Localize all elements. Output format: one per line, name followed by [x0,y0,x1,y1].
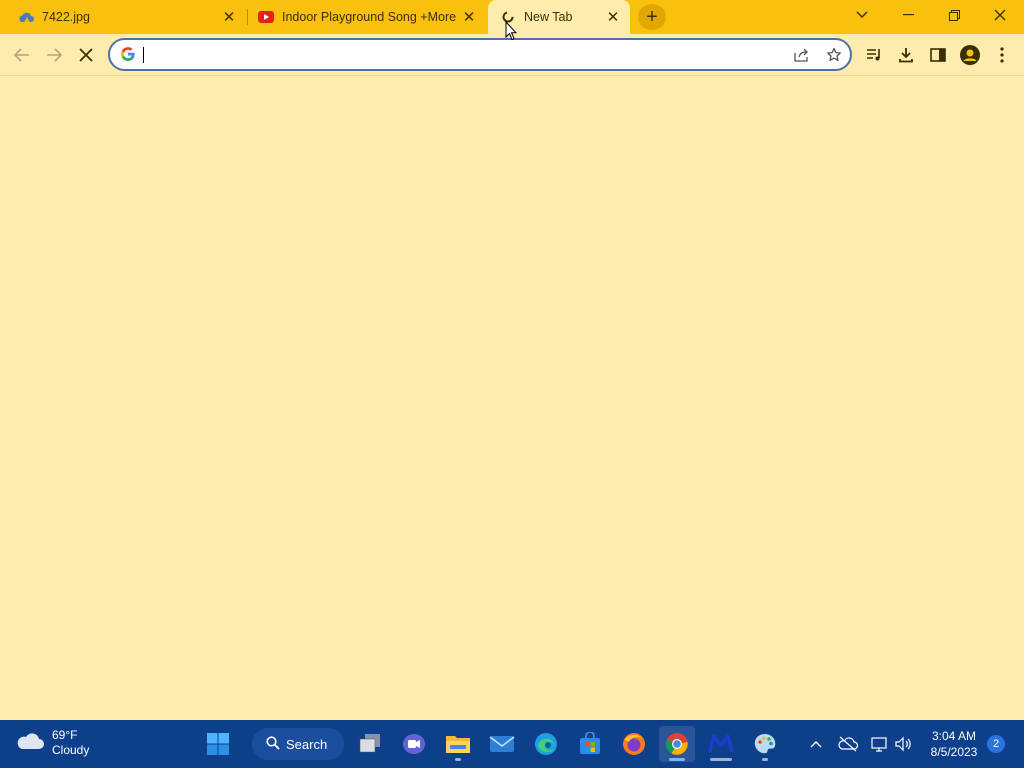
search-label: Search [286,736,328,752]
edge-browser-icon[interactable] [528,726,564,762]
side-panel-icon[interactable] [924,41,952,69]
restore-button[interactable] [932,0,976,30]
show-hidden-icons-chevron-up-icon[interactable] [806,734,826,754]
app-m-icon[interactable] [703,726,739,762]
windows-start-icon[interactable] [200,726,236,762]
teams-chat-icon[interactable] [396,726,432,762]
stop-loading-icon[interactable] [72,41,100,69]
tab-search-chevron-icon[interactable] [840,0,884,30]
weather-temperature: 69°F [52,728,78,742]
paint-palette-icon[interactable] [747,726,783,762]
forward-arrow-icon[interactable] [40,41,68,69]
close-tab-icon[interactable]: ✕ [604,8,622,26]
back-arrow-icon[interactable] [8,41,36,69]
tab-indoor-playground[interactable]: Indoor Playground Song +More ✕ [248,0,486,34]
file-explorer-icon[interactable] [440,726,476,762]
text-caret [143,47,144,63]
minimize-button[interactable] [886,0,930,30]
close-tab-icon[interactable]: ✕ [460,8,478,26]
running-indicator [455,758,461,761]
address-bar[interactable] [108,38,852,71]
microsoft-store-icon[interactable] [572,726,608,762]
running-indicator [710,758,732,761]
network-icon[interactable] [870,734,890,754]
close-tab-icon[interactable]: ✕ [220,8,238,26]
omnibox-input[interactable] [144,44,744,65]
cloud-icon [18,9,34,25]
system-clock[interactable]: 3:04 AM 8/5/2023 [922,728,986,760]
tab-title: Indoor Playground Song +More [282,10,457,24]
google-g-icon [120,46,136,62]
share-icon[interactable] [792,45,812,65]
download-icon[interactable] [892,41,920,69]
bookmark-star-icon[interactable] [824,45,844,65]
youtube-icon [258,9,274,25]
clock-time: 3:04 AM [931,729,977,743]
tab-7422-jpg[interactable]: 7422.jpg ✕ [0,0,246,34]
search-icon [266,735,280,753]
profile-avatar-icon[interactable] [956,41,984,69]
running-indicator [669,758,685,761]
weather-condition: Cloudy [52,743,90,757]
task-view-icon[interactable] [352,726,388,762]
new-tab-button[interactable]: + [638,4,666,30]
clock-date: 8/5/2023 [930,745,978,759]
taskbar-search-button[interactable]: Search [252,728,344,760]
onedrive-offline-icon[interactable] [838,734,858,754]
windows-taskbar: 69°F Cloudy Search 3:04 AM 8/5/2023 2 [0,720,1024,768]
kebab-menu-icon[interactable] [988,41,1016,69]
cloudy-weather-icon [16,731,44,756]
tab-title: New Tab [524,10,573,24]
chrome-icon[interactable] [659,726,695,762]
notification-badge[interactable]: 2 [987,735,1005,753]
volume-icon[interactable] [894,734,914,754]
tab-title: 7422.jpg [42,10,90,24]
mail-icon[interactable] [484,726,520,762]
page-content [0,77,1024,720]
mouse-pointer-icon [505,20,518,46]
firefox-icon[interactable] [616,726,652,762]
close-window-button[interactable] [978,0,1022,30]
media-queue-icon[interactable] [860,41,888,69]
weather-widget[interactable]: 69°F Cloudy [16,728,89,758]
running-indicator [762,758,768,761]
